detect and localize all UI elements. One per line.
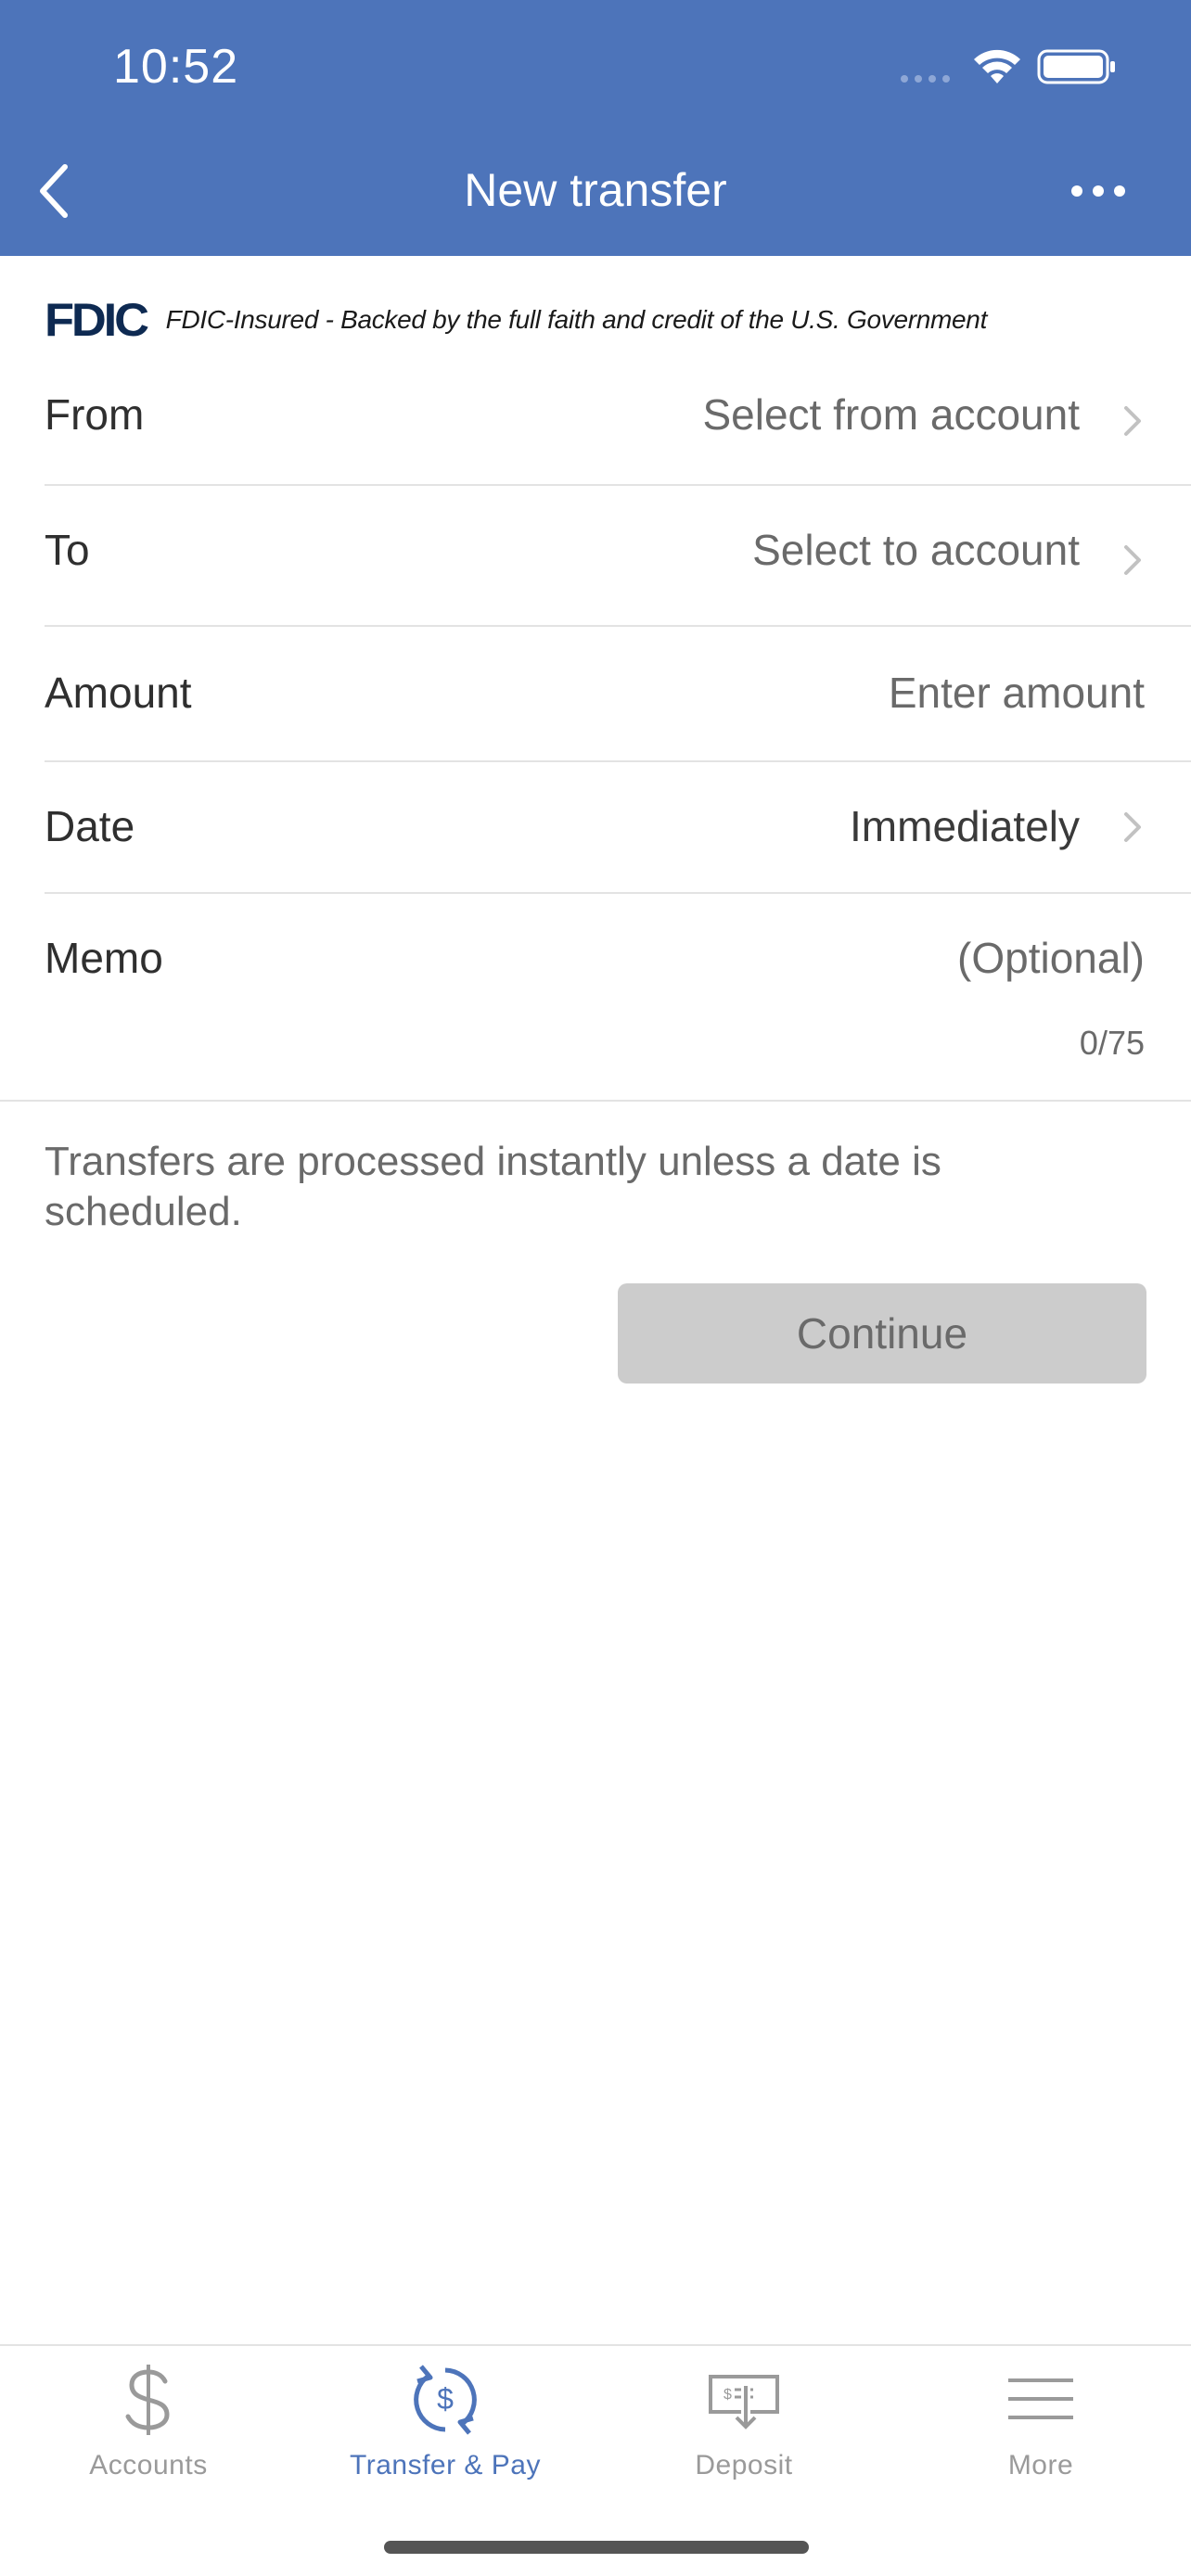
amount-label: Amount <box>45 669 192 717</box>
amount-input[interactable]: Enter amount <box>889 668 1145 718</box>
to-label: To <box>45 526 90 574</box>
ellipsis-icon <box>1071 185 1125 197</box>
svg-text:$: $ <box>724 2387 732 2403</box>
chevron-right-icon <box>1124 812 1141 842</box>
tab-more-label: More <box>1007 2450 1074 2480</box>
wifi-icon <box>974 49 1020 83</box>
tab-more[interactable]: More <box>892 2346 1189 2513</box>
tab-accounts[interactable]: Accounts <box>0 2346 297 2513</box>
fdic-banner: FDIC FDIC-Insured - Backed by the full f… <box>45 294 988 346</box>
check-deposit-icon: $ <box>709 2375 779 2429</box>
from-account-row[interactable]: From Select from account <box>45 363 1191 486</box>
amount-row: Amount Enter amount <box>45 627 1191 762</box>
fdic-logo: FDIC <box>45 294 149 346</box>
tab-accounts-label: Accounts <box>89 2450 208 2480</box>
dollar-icon <box>125 2365 170 2435</box>
tab-transfer-pay[interactable]: $ Transfer & Pay <box>297 2346 594 2513</box>
status-time: 10:52 <box>113 40 239 94</box>
continue-button[interactable]: Continue <box>618 1283 1146 1384</box>
tab-deposit[interactable]: $ Deposit <box>596 2346 892 2513</box>
memo-label: Memo <box>45 934 163 982</box>
tab-deposit-label: Deposit <box>695 2450 793 2480</box>
memo-character-count: 0/75 <box>1079 1024 1145 1062</box>
app-header: 10:52 New transfer <box>0 0 1191 256</box>
transfer-icon: $ <box>414 2365 477 2435</box>
from-label: From <box>45 390 145 439</box>
from-account-value: Select from account <box>702 390 1080 439</box>
date-value: Immediately <box>850 802 1080 850</box>
page-title: New transfer <box>464 164 727 216</box>
chevron-right-icon <box>1124 406 1141 436</box>
fdic-notice: FDIC-Insured - Backed by the full faith … <box>165 305 988 334</box>
date-row[interactable]: Date Immediately <box>45 762 1191 894</box>
more-options-button[interactable] <box>1061 172 1135 210</box>
battery-icon <box>1037 49 1115 84</box>
date-label: Date <box>45 802 135 850</box>
cellular-signal-icon <box>901 75 950 83</box>
to-account-row[interactable]: Select to account To <box>45 486 1191 627</box>
to-account-value: Select to account <box>752 526 1080 574</box>
tab-transfer-pay-label: Transfer & Pay <box>350 2450 541 2480</box>
memo-input[interactable]: (Optional) <box>957 933 1145 983</box>
svg-text:$: $ <box>437 2382 454 2416</box>
menu-icon <box>1008 2378 1073 2419</box>
memo-row: Memo (Optional) 0/75 <box>0 894 1191 1102</box>
home-indicator <box>384 2541 809 2554</box>
chevron-right-icon <box>1124 545 1141 575</box>
transfer-info-text: Transfers are processed instantly unless… <box>45 1139 941 1234</box>
